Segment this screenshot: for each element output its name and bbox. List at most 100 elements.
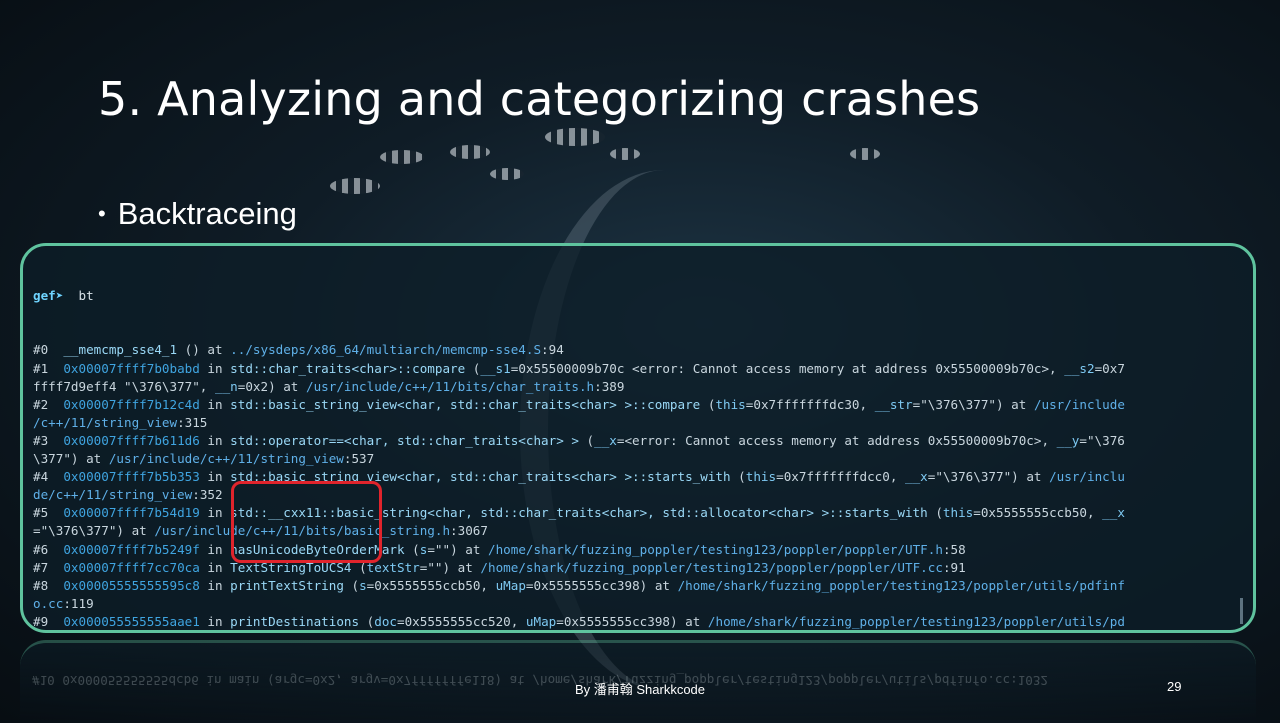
backtrace-segment: (	[927, 505, 943, 521]
backtrace-line: #7 0x00007ffff7cc70ca in TextStringToUCS…	[33, 559, 1235, 577]
backtrace-segment: =0x5555555ccb50,	[973, 505, 1103, 521]
backtrace-segment: :352	[192, 487, 223, 503]
slide-title: 5. Analyzing and categorizing crashes	[98, 72, 981, 126]
highlight-box	[231, 481, 382, 563]
backtrace-segment: =0x5555555cc398) at	[525, 577, 678, 593]
backtrace-segment: (	[343, 577, 360, 593]
backtrace-segment: 0x00007ffff7b0babd	[63, 360, 200, 376]
backtrace-line: /c++/11/string_view:315	[33, 414, 1235, 432]
backtrace-segment: ="\376	[1079, 432, 1125, 448]
fish-decor	[610, 148, 640, 160]
fish-decor	[380, 150, 424, 164]
backtrace-segment: #3	[33, 432, 64, 448]
backtrace-segment: :58	[942, 541, 966, 557]
backtrace-segment: =<error: Cannot access memory at address…	[616, 432, 1057, 448]
scrollbar-thumb[interactable]	[1240, 598, 1243, 624]
command-text: bt	[78, 288, 94, 304]
backtrace-segment: #7	[33, 559, 64, 575]
backtrace-segment: () at	[177, 342, 231, 358]
backtrace-segment: ="") at	[427, 541, 488, 557]
backtrace-line: #2 0x00007ffff7b12c4d in std::basic_stri…	[33, 396, 1235, 414]
fish-decor	[850, 148, 880, 160]
backtrace-segment: in	[199, 559, 231, 575]
fish-decor	[490, 168, 524, 180]
backtrace-segment: :3067	[450, 523, 488, 539]
backtrace-segment: =0x5555555ccb50,	[366, 577, 496, 593]
backtrace-segment: std::char_traits<char>::compare	[230, 360, 466, 376]
backtrace-line: finfo.cc:408	[33, 631, 1235, 633]
backtrace-segment: in	[199, 469, 231, 485]
backtrace-segment: 0x00007ffff7cc70ca	[63, 559, 200, 575]
backtrace-segment: __s2	[1064, 360, 1095, 376]
backtrace-segment: uMap	[495, 577, 526, 593]
backtrace-segment: (	[404, 541, 420, 557]
backtrace-segment: #5	[33, 505, 64, 521]
backtrace-line: o.cc:119	[33, 595, 1235, 613]
backtrace-segment: /home/shark/fuzzing_poppler/testing123/p…	[480, 559, 943, 575]
backtrace-segment: doc	[374, 613, 397, 629]
backtrace-line: ffff7d9eff4 "\376\377", __n=0x2) at /usr…	[33, 378, 1235, 396]
backtrace-segment: ../sysdeps/x86_64/multiarch/memcmp-sse4.…	[230, 342, 542, 358]
backtrace-line: \377") at /usr/include/c++/11/string_vie…	[33, 450, 1235, 468]
fish-decor	[330, 178, 380, 194]
backtrace-segment: =0x5555555cc520,	[397, 613, 526, 629]
backtrace-segment: __memcmp_sse4_1	[63, 342, 178, 358]
backtrace-segment: 0x00007ffff7b611d6	[63, 432, 200, 448]
backtrace-segment: finfo.cc	[33, 632, 94, 633]
backtrace-segment: in	[199, 577, 231, 593]
backtrace-line: #1 0x00007ffff7b0babd in std::char_trait…	[33, 360, 1235, 378]
backtrace-segment: __n	[214, 378, 238, 394]
backtrace-segment: uMap	[525, 613, 557, 629]
backtrace-segment: __x	[594, 432, 617, 448]
backtrace-segment: :91	[942, 559, 966, 575]
backtrace-segment: \377") at	[33, 451, 109, 467]
backtrace-segment: (	[359, 613, 375, 629]
backtrace-segment: :408	[94, 632, 124, 633]
backtrace-segment: /usr/include/c++/11/bits/char_traits.h	[305, 378, 595, 394]
backtrace-segment: (	[700, 396, 716, 412]
backtrace-segment: /home/shark/fuzzing_poppler/testing123/p…	[677, 577, 1125, 593]
backtrace-segment: =0x55500009b70c <error: Cannot access me…	[510, 360, 1065, 376]
backtrace-segment: #9	[33, 613, 64, 629]
footer-author: By 潘甫翰 Sharkkcode	[574, 682, 706, 697]
backtrace-line: #6 0x00007ffff7b5249f in hasUnicodeByteO…	[33, 541, 1235, 559]
backtrace-segment: in	[199, 541, 231, 557]
backtrace-segment: ffff7d9eff4 "\376\377",	[33, 378, 215, 394]
backtrace-segment: __str	[874, 396, 913, 412]
backtrace-segment: =0x2) at	[237, 378, 306, 394]
gdb-terminal[interactable]: gef➤ bt #0 __memcmp_sse4_1 () at ../sysd…	[20, 243, 1256, 633]
backtrace-segment: (	[465, 360, 481, 376]
terminal-output: gef➤ bt #0 __memcmp_sse4_1 () at ../sysd…	[33, 251, 1235, 633]
backtrace-segment: in	[199, 432, 231, 448]
backtrace-segment: printDestinations	[230, 613, 360, 629]
backtrace-segment: __s1	[480, 360, 511, 376]
backtrace-segment: __x	[1102, 505, 1125, 521]
backtrace-line: #9 0x000055555555aae1 in printDestinatio…	[33, 613, 1235, 630]
backtrace-segment: =0x7fffffffdcc0,	[776, 469, 906, 485]
backtrace-segment: ="\376\377") at	[33, 523, 155, 539]
backtrace-segment: ="\376\377") at	[912, 396, 1034, 412]
page-number: 29	[1167, 679, 1182, 694]
backtrace-segment: /usr/include	[1033, 396, 1125, 412]
backtrace-segment: in	[199, 505, 231, 521]
bullet-text: Backtraceing	[117, 196, 297, 231]
backtrace-segment: :537	[343, 451, 375, 467]
backtrace-segment: 0x00007ffff7b5249f	[63, 541, 200, 557]
backtrace-segment: __x	[905, 469, 928, 485]
backtrace-segment: :94	[541, 342, 564, 358]
bullet-dot-icon: •	[98, 201, 106, 226]
backtrace-line: ="\376\377") at /usr/include/c++/11/bits…	[33, 522, 1235, 540]
backtrace-segment: 0x00007ffff7b5b353	[63, 469, 200, 485]
backtrace-segment: s	[359, 577, 367, 593]
backtrace-line: #0 __memcmp_sse4_1 () at ../sysdeps/x86_…	[33, 341, 1235, 359]
backtrace-segment: this	[715, 396, 746, 412]
backtrace-segment: /home/shark/fuzzing_poppler/testing123/p…	[707, 613, 1125, 629]
backtrace-line: #4 0x00007ffff7b5b353 in std::basic_stri…	[33, 468, 1235, 486]
backtrace-segment: ="\376\377") at	[927, 469, 1050, 485]
backtrace-segment: std::basic_string_view<char, std::char_t…	[230, 396, 701, 412]
backtrace-segment: this	[745, 469, 777, 485]
backtrace-segment: de/c++/11/string_view	[33, 487, 193, 503]
backtrace-segment: 0x00005555555595c8	[63, 577, 200, 593]
backtrace-segment: in	[199, 613, 231, 629]
backtrace-line: #8 0x00005555555595c8 in printTextString…	[33, 577, 1235, 595]
